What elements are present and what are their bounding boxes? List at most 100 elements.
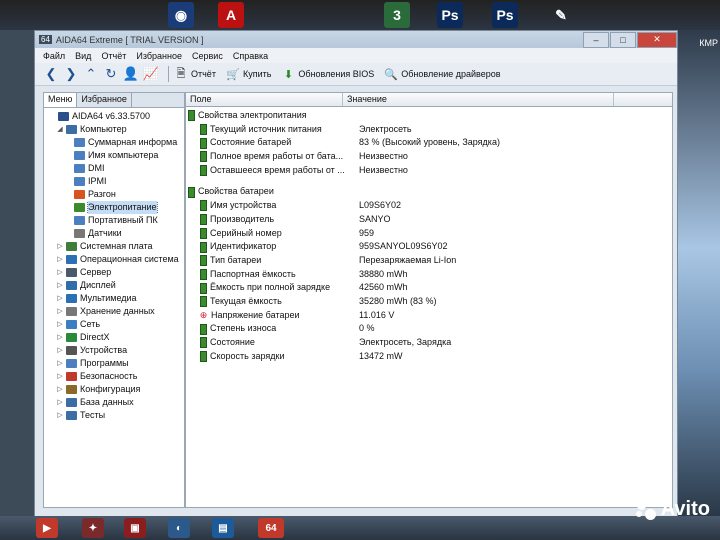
taskbar-app-2-icon[interactable]: ✦ [82, 518, 104, 538]
expand-arrow-icon[interactable]: ▷ [56, 279, 64, 292]
tree-item[interactable]: ▷ Тесты [44, 409, 184, 422]
tree-item[interactable]: ◢ Компьютер [44, 123, 184, 136]
menu-view[interactable]: Вид [75, 51, 91, 61]
expand-arrow-icon[interactable]: ▷ [56, 344, 64, 357]
tree-item[interactable]: Разгон [44, 188, 184, 201]
user-icon[interactable]: 👤 [123, 66, 139, 82]
taskbar-app-1-icon[interactable]: ▶ [36, 518, 58, 538]
tree-item[interactable]: Портативный ПК [44, 214, 184, 227]
expand-arrow-icon[interactable]: ▷ [56, 305, 64, 318]
title-bar[interactable]: 64 AIDA64 Extreme [ TRIAL VERSION ] – □ … [35, 31, 677, 48]
taskbar-app-4-icon[interactable]: ◐ [168, 518, 190, 538]
menu-favorites[interactable]: Избранное [136, 51, 182, 61]
taskbar-app-5-icon[interactable]: ▤ [212, 518, 234, 538]
expand-arrow-icon[interactable]: ▷ [56, 292, 64, 305]
column-header-field[interactable]: Поле [186, 93, 343, 106]
tree-item[interactable]: ▷ База данных [44, 396, 184, 409]
table-row[interactable]: Текущий источник питания Электросеть [186, 123, 672, 137]
menu-file[interactable]: Файл [43, 51, 65, 61]
tree-item[interactable]: ▷ Мультимедиа [44, 292, 184, 305]
expand-arrow-icon[interactable]: ▷ [56, 240, 64, 253]
up-arrow-icon[interactable]: ⌃ [83, 66, 99, 82]
table-row[interactable]: Тип батареи Перезаряжаемая Li-Ion [186, 254, 672, 268]
tree-item[interactable]: ▷ Устройства [44, 344, 184, 357]
column-header-value[interactable]: Значение [343, 93, 614, 106]
numbered-shortcut-icon[interactable]: 3 [384, 2, 410, 28]
expand-arrow-icon[interactable]: ▷ [56, 266, 64, 279]
table-row[interactable]: Текущая ёмкость 35280 mWh (83 %) [186, 295, 672, 309]
tree-item[interactable]: Суммарная информа [44, 136, 184, 149]
value-cell: Электросеть, Зарядка [359, 337, 452, 347]
expand-arrow-icon[interactable]: ▷ [56, 370, 64, 383]
tree-item[interactable]: DMI [44, 162, 184, 175]
desktop-top-strip: ◉ A 3 Ps Ps ✎ [0, 0, 720, 30]
tree-item[interactable]: AIDA64 v6.33.5700 [44, 110, 184, 123]
tree-item[interactable]: ▷ Сервер [44, 266, 184, 279]
tree-item[interactable]: ▷ Программы [44, 357, 184, 370]
table-row[interactable]: Состояние батарей 83 % (Высокий уровень, … [186, 136, 672, 150]
table-row[interactable]: Паспортная ёмкость 38880 mWh [186, 268, 672, 282]
tree-item[interactable]: Датчики [44, 227, 184, 240]
table-row[interactable]: Оставшееся время работы от ... Неизвестно [186, 164, 672, 178]
table-row[interactable]: Производитель SANYO [186, 213, 672, 227]
value-cell: 13472 mW [359, 350, 403, 361]
refresh-icon[interactable]: ↻ [103, 66, 119, 82]
minimize-button[interactable]: – [583, 31, 609, 48]
expand-arrow-icon[interactable]: ▷ [56, 383, 64, 396]
value-cell: 0 % [359, 323, 375, 334]
photoshop-shortcut-2-icon[interactable]: Ps [492, 2, 518, 28]
menu-report[interactable]: Отчёт [101, 51, 126, 61]
menu-help[interactable]: Справка [233, 51, 268, 61]
tree-item-label: Имя компьютера [88, 150, 159, 160]
close-button[interactable]: ✕ [637, 31, 677, 48]
taskbar-app-3-icon[interactable]: ▣ [124, 518, 146, 538]
table-row[interactable]: Скорость зарядки 13472 mW [186, 350, 672, 364]
tree-item[interactable]: ▷ Дисплей [44, 279, 184, 292]
table-row[interactable]: ⊕ Напряжение батареи 11.016 V [186, 309, 672, 323]
group-header-row[interactable]: Свойства электропитания [186, 109, 672, 123]
table-row[interactable]: Имя устройства L09S6Y02 [186, 199, 672, 213]
maximize-button[interactable]: □ [610, 31, 636, 48]
app-shortcut-icon[interactable]: ◉ [168, 2, 194, 28]
expand-arrow-icon[interactable]: ▷ [56, 331, 64, 344]
table-row[interactable]: Ёмкость при полной зарядке 42560 mWh [186, 281, 672, 295]
tree-item[interactable]: ▷ Безопасность [44, 370, 184, 383]
table-row[interactable]: Степень износа 0 % [186, 322, 672, 336]
tree-item[interactable]: ▷ Сеть [44, 318, 184, 331]
expand-arrow-icon[interactable]: ▷ [56, 318, 64, 331]
expand-arrow-icon[interactable]: ▷ [56, 409, 64, 422]
expand-arrow-icon[interactable]: ◢ [56, 123, 64, 136]
expand-arrow-icon[interactable]: ▷ [56, 253, 64, 266]
group-header-row[interactable]: Свойства батареи [186, 185, 672, 199]
tree-item[interactable]: ▷ Операционная система [44, 253, 184, 266]
tree-item[interactable]: Электропитание [44, 201, 184, 214]
taskbar-aida64-icon[interactable]: 64 [258, 518, 284, 538]
photoshop-shortcut-icon[interactable]: Ps [437, 2, 463, 28]
tree-item[interactable]: ▷ DirectX [44, 331, 184, 344]
value-cell: 11.016 V [359, 309, 395, 320]
table-row[interactable]: Состояние Электросеть, Зарядка [186, 336, 672, 350]
tab-favorites[interactable]: Избранное [77, 93, 132, 107]
menu-service[interactable]: Сервис [192, 51, 223, 61]
pdf-shortcut-icon[interactable]: ✎ [548, 2, 574, 28]
tree-item[interactable]: ▷ Системная плата [44, 240, 184, 253]
buy-button[interactable]: 🛒 Купить [226, 67, 271, 81]
tree-item[interactable]: Имя компьютера [44, 149, 184, 162]
table-row[interactable]: Полное время работы от бата... Неизвестно [186, 150, 672, 164]
report-button[interactable]: 🗎 Отчёт [174, 67, 216, 81]
forward-arrow-icon[interactable]: ❯ [63, 66, 79, 82]
tab-menu[interactable]: Меню [44, 93, 78, 107]
bios-updates-button[interactable]: ⬇ Обновления BIOS [281, 67, 374, 81]
acrobat-shortcut-icon[interactable]: A [218, 2, 244, 28]
driver-updates-button[interactable]: 🔍 Обновление драйверов [384, 67, 500, 81]
laptop-icon [74, 216, 85, 225]
chart-icon[interactable]: 📈 [143, 66, 159, 82]
table-row[interactable]: Идентификатор 959SANYOL09S6Y02 [186, 240, 672, 254]
back-arrow-icon[interactable]: ❮ [43, 66, 59, 82]
tree-item[interactable]: ▷ Хранение данных [44, 305, 184, 318]
table-row[interactable]: Серийный номер 959 [186, 227, 672, 241]
expand-arrow-icon[interactable]: ▷ [56, 357, 64, 370]
tree-item[interactable]: IPMI [44, 175, 184, 188]
expand-arrow-icon[interactable]: ▷ [56, 396, 64, 409]
tree-item[interactable]: ▷ Конфигурация [44, 383, 184, 396]
